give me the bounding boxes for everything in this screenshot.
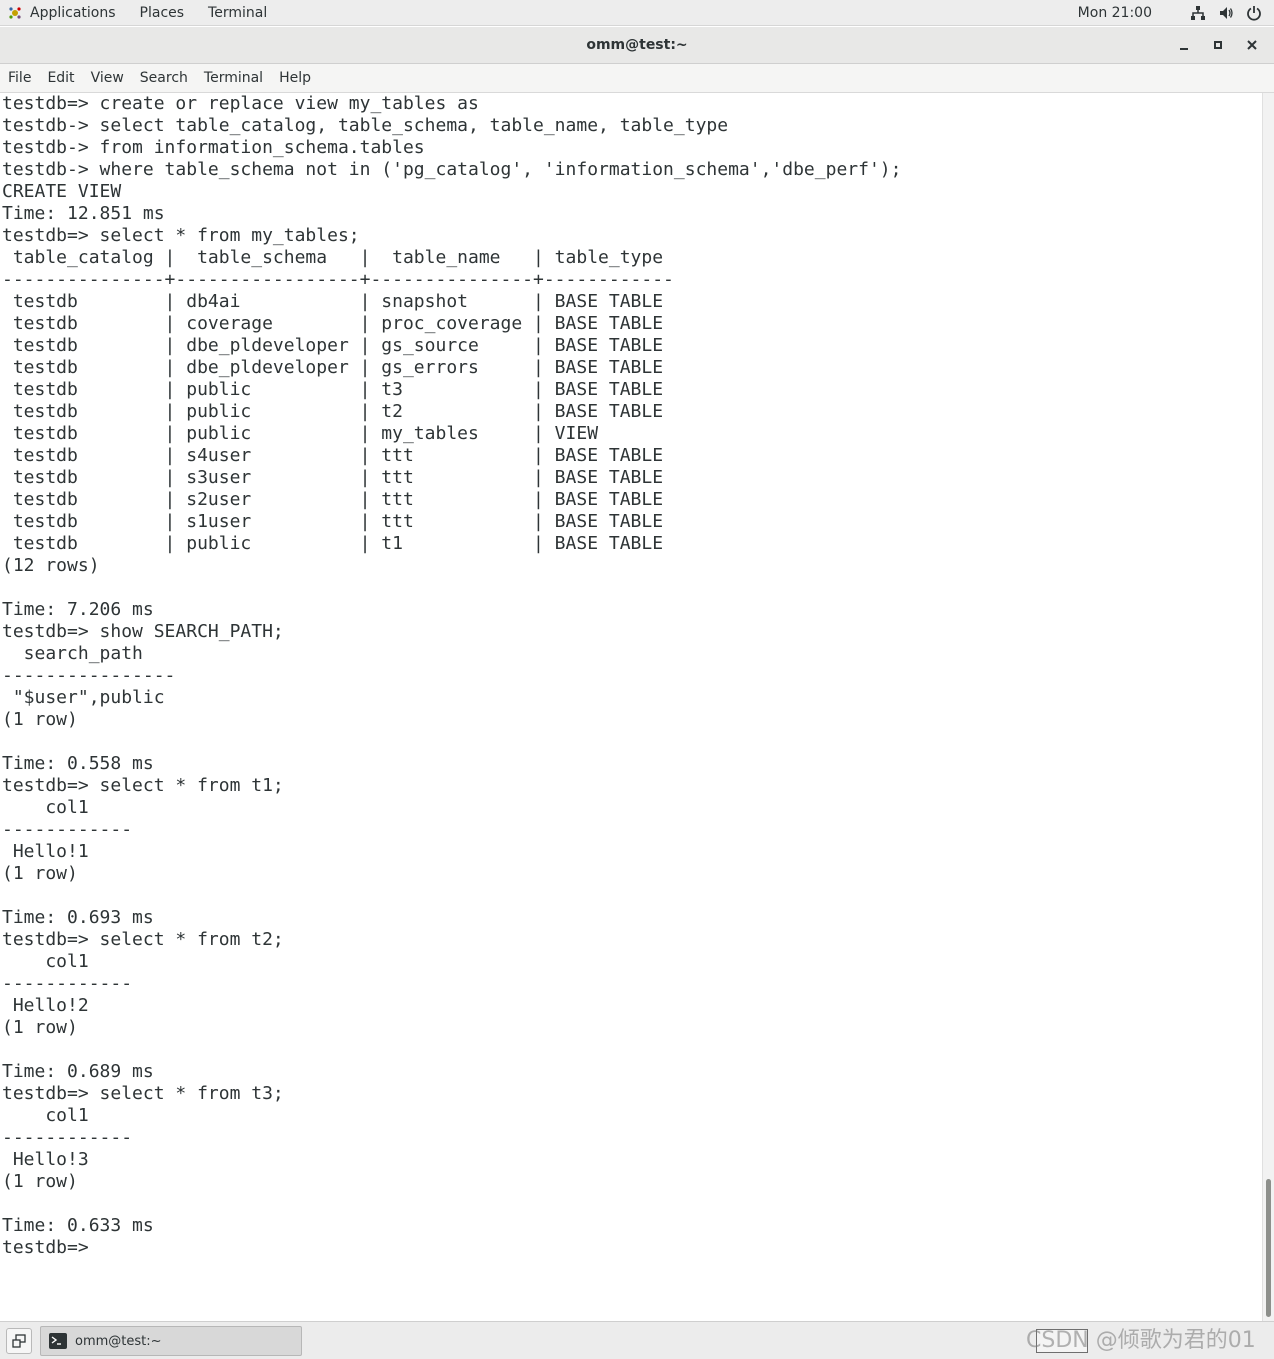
power-icon[interactable] [1246,5,1262,21]
terminal-line: testdb | public | my_tables | VIEW [2,423,599,444]
terminal-line: Time: 0.693 ms [2,907,154,928]
menu-help[interactable]: Help [271,70,319,86]
terminal-line: search_path [2,643,143,664]
terminal-line: table_catalog | table_schema | table_nam… [2,247,664,268]
clock[interactable]: Mon 21:00 [1078,5,1152,21]
terminal-line: ------------ [2,819,133,840]
terminal-line: testdb-> select table_catalog, table_sch… [2,115,729,136]
show-desktop-button[interactable] [6,1328,32,1354]
terminal-icon [49,1333,67,1349]
network-icon[interactable] [1190,5,1206,21]
terminal-line: testdb | public | t2 | BASE TABLE [2,401,664,422]
terminal-line: (1 row) [2,709,78,730]
terminal-line: testdb | coverage | proc_coverage | BASE… [2,313,664,334]
applications-icon [9,6,21,19]
close-icon [1247,40,1257,50]
menu-edit[interactable]: Edit [39,70,82,86]
terminal-line: testdb | dbe_pldeveloper | gs_errors | B… [2,357,664,378]
terminal-line: testdb=> show SEARCH_PATH; [2,621,284,642]
minimize-icon [1180,48,1188,50]
terminal-line: Time: 0.558 ms [2,753,154,774]
minimize-button[interactable] [1170,31,1198,59]
terminal-line: testdb | s2user | ttt | BASE TABLE [2,489,664,510]
show-desktop-icon [12,1334,26,1348]
terminal-line: col1 [2,1105,89,1126]
terminal-app-menu[interactable]: Terminal [208,5,267,21]
terminal-line: testdb-> from information_schema.tables [2,137,425,158]
terminal-line: testdb=> select * from t2; [2,929,284,950]
applications-label: Applications [30,4,116,21]
places-label: Places [139,4,185,21]
terminal-line: (1 row) [2,1017,78,1038]
watermark: CSDN @倾歌为君的01 [1026,1328,1256,1353]
places-menu[interactable]: Places [140,5,185,21]
terminal-line: Time: 0.689 ms [2,1061,154,1082]
taskbar: omm@test:~ CSDN @倾歌为君的01 [0,1321,1274,1359]
terminal-line: testdb | s4user | ttt | BASE TABLE [2,445,664,466]
scrollbar-thumb[interactable] [1266,1179,1271,1317]
terminal-line: testdb=> select * from t3; [2,1083,284,1104]
terminal-app-label: Terminal [208,4,268,21]
terminal-line: CREATE VIEW [2,181,122,202]
terminal-line: ------------ [2,1127,133,1148]
terminal-line: Time: 12.851 ms [2,203,165,224]
terminal-line: testdb=> select * from my_tables; [2,225,360,246]
terminal-line: (1 row) [2,1171,78,1192]
terminal-line: (1 row) [2,863,78,884]
terminal-output[interactable]: testdb=> create or replace view my_table… [0,93,1262,1321]
terminal-line: testdb | dbe_pldeveloper | gs_source | B… [2,335,664,356]
window-title-bar[interactable]: omm@test:~ [0,27,1274,64]
close-button[interactable] [1238,31,1266,59]
volume-icon[interactable] [1218,5,1234,21]
terminal-line: (12 rows) [2,555,100,576]
window-controls [1164,27,1266,63]
terminal-line: testdb | db4ai | snapshot | BASE TABLE [2,291,664,312]
menu-bar: File Edit View Search Terminal Help [0,64,1274,93]
maximize-icon [1214,41,1222,49]
maximize-button[interactable] [1204,31,1232,59]
terminal-line: Hello!1 [2,841,89,862]
terminal-line: testdb=> select * from t1; [2,775,284,796]
terminal-line: Hello!2 [2,995,89,1016]
terminal-line: testdb | public | t3 | BASE TABLE [2,379,664,400]
terminal-line: testdb | s3user | ttt | BASE TABLE [2,467,664,488]
terminal-scrollbar[interactable] [1262,93,1274,1321]
terminal-line: ---------------- [2,665,176,686]
menu-search[interactable]: Search [132,70,196,86]
terminal-line: testdb=> [2,1237,100,1258]
terminal-line: Hello!3 [2,1149,89,1170]
top-panel: Applications Places Terminal Mon 21:00 [0,0,1274,26]
terminal-line: testdb | public | t1 | BASE TABLE [2,533,664,554]
terminal-line: testdb | s1user | ttt | BASE TABLE [2,511,664,532]
terminal-line: ------------ [2,973,133,994]
menu-view[interactable]: View [83,70,132,86]
terminal-line: col1 [2,797,89,818]
terminal-line: col1 [2,951,89,972]
panel-status-area: Mon 21:00 [1078,0,1262,26]
terminal-line: ---------------+-----------------+------… [2,269,674,290]
terminal-line: testdb=> create or replace view my_table… [2,93,479,114]
task-item-label: omm@test:~ [75,1333,162,1349]
window-title: omm@test:~ [586,37,688,53]
menu-file[interactable]: File [0,70,39,86]
menu-terminal[interactable]: Terminal [196,70,271,86]
terminal-line: testdb-> where table_schema not in ('pg_… [2,159,902,180]
applications-menu[interactable]: Applications [8,5,116,21]
taskbar-terminal-window[interactable]: omm@test:~ [40,1326,302,1356]
terminal-line: Time: 7.206 ms [2,599,154,620]
terminal-line: "$user",public [2,687,165,708]
terminal-line: Time: 0.633 ms [2,1215,154,1236]
panel-menu: Applications Places Terminal [8,5,291,21]
